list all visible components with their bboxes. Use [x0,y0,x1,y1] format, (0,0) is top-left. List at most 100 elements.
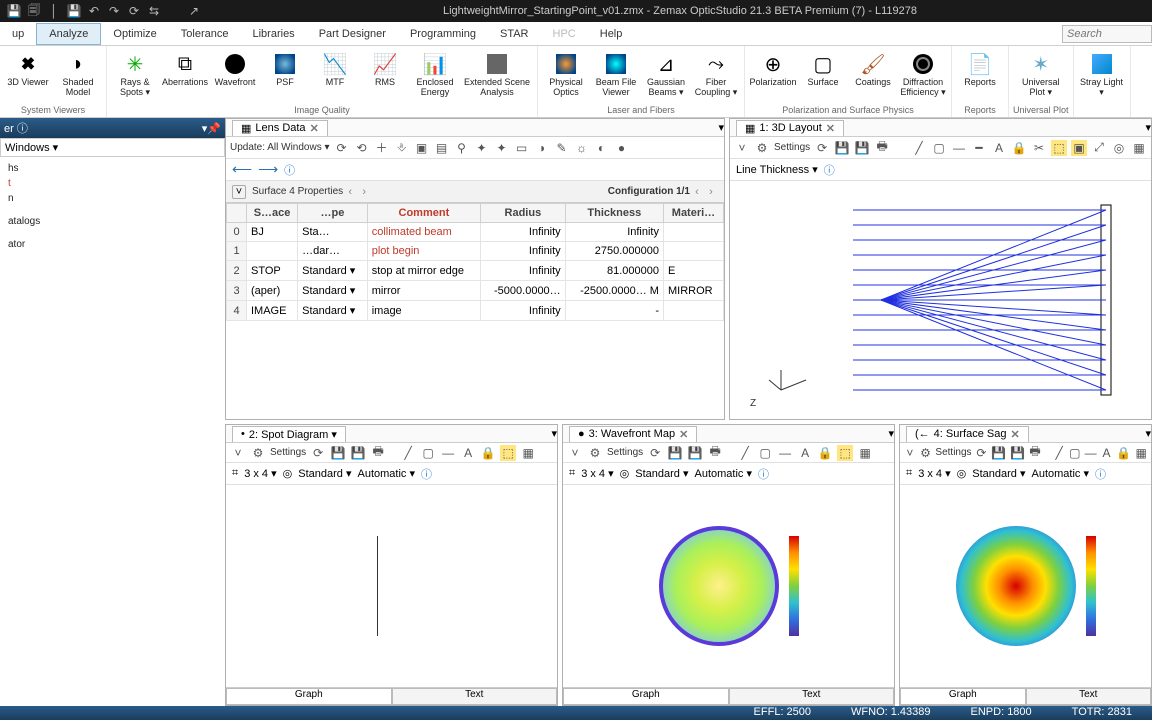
text-icon[interactable]: A [991,140,1007,156]
ribbon-universal-plot[interactable]: ✶Universal Plot ▾ [1017,48,1065,100]
help-icon[interactable]: ⓘ [284,162,295,178]
dash-icon[interactable]: — [1085,445,1097,461]
col-radius[interactable]: Radius [481,204,566,223]
paste-icon[interactable]: ▤ [434,140,450,156]
target-icon[interactable]: ◎ [620,467,630,480]
save-icon[interactable]: 💾 [330,445,346,461]
next-cfg-icon[interactable]: › [704,186,718,198]
wavefront-plot[interactable] [563,485,894,687]
close-icon[interactable]: ✕ [826,122,835,135]
copy-icon[interactable]: ▣ [414,140,430,156]
refreshall-icon[interactable]: ⟲ [354,140,370,156]
tool8-icon[interactable]: ◐ [594,140,610,156]
std-dropdown[interactable]: Standard ▾ [972,467,1025,480]
menu-help[interactable]: Help [588,24,635,44]
bold-icon[interactable]: ━ [971,140,987,156]
print-icon[interactable]: 🖶 [1029,445,1041,461]
std-dropdown[interactable]: Standard ▾ [298,467,351,480]
ribbon-beam-file[interactable]: Beam File Viewer [592,48,640,100]
ribbon-polarization[interactable]: ⊕Polarization [749,48,797,100]
print-icon[interactable]: 🖶 [370,445,386,461]
expand-icon[interactable]: ˅ [232,185,246,199]
ribbon-fiber[interactable]: ⤳Fiber Coupling ▾ [692,48,740,100]
save-icon[interactable]: 💾 [991,445,1006,461]
ribbon-rms[interactable]: 📈RMS [361,48,409,100]
saveall-icon[interactable]: 💾 [66,3,82,19]
help-icon[interactable]: ⓘ [758,466,769,482]
grid-dropdown[interactable]: 3 x 4 ▾ [918,467,950,480]
menu-analyze[interactable]: Analyze [36,23,101,45]
help-icon[interactable]: ⓘ [421,466,432,482]
save-icon[interactable]: 💾 [6,3,22,19]
tool4-icon[interactable]: ▭ [514,140,530,156]
menu-part-designer[interactable]: Part Designer [307,24,398,44]
grid-dropdown[interactable]: 3 x 4 ▾ [244,467,276,480]
dropdown-icon[interactable]: ▾ [1145,121,1151,134]
help-icon[interactable]: ⓘ [1095,466,1106,482]
sel-icon[interactable]: ▦ [520,445,536,461]
dash-icon[interactable]: — [440,445,456,461]
graph-tab[interactable]: Graph [563,688,729,705]
refresh-icon[interactable]: ⟳ [310,445,326,461]
tree-item[interactable]: hs [2,161,223,176]
refresh-icon[interactable]: ⟳ [334,140,350,156]
ribbon-coatings[interactable]: 🖌Coatings [849,48,897,100]
rect-icon[interactable]: ▢ [757,445,773,461]
ribbon-diffraction[interactable]: Diffraction Efficiency ▾ [899,48,947,100]
undo-icon[interactable]: ↶ [86,3,102,19]
close-icon[interactable]: ✕ [679,428,688,441]
target-icon[interactable]: ◎ [957,467,967,480]
add-icon[interactable]: ＋ [374,140,390,156]
zoom-icon[interactable]: ⤢ [1091,140,1107,156]
prev-surf-icon[interactable]: ‹ [343,186,357,198]
dropdown-icon[interactable]: ▾ [718,121,724,134]
help-icon[interactable]: ⓘ [824,162,835,178]
tool3-icon[interactable]: ✦ [494,140,510,156]
gear-icon[interactable]: ⚙ [587,445,603,461]
std-dropdown[interactable]: Standard ▾ [635,467,688,480]
hl1-icon[interactable]: ⬚ [500,445,516,461]
menu-programming[interactable]: Programming [398,24,488,44]
gear-icon[interactable]: ⚙ [920,445,932,461]
tree-item[interactable]: atalogs [2,214,223,229]
col-type[interactable]: …pe [298,204,368,223]
settings-label[interactable]: Settings [607,447,643,458]
ribbon-physical-optics[interactable]: Physical Optics [542,48,590,100]
gear-icon[interactable]: ⚙ [754,140,770,156]
redo-icon[interactable]: ↷ [106,3,122,19]
hl1-icon[interactable]: ⬚ [1051,140,1067,156]
next-surf-icon[interactable]: › [357,186,371,198]
close-icon[interactable]: ✕ [1010,428,1019,441]
lock-icon[interactable]: 🔒 [480,445,496,461]
sync-icon[interactable]: ⇆ [146,3,162,19]
sel-icon[interactable]: ▦ [1131,140,1147,156]
layout-tab[interactable]: ▦1: 3D Layout✕ [736,120,844,136]
tool9-icon[interactable]: ● [614,140,630,156]
table-row[interactable]: 4IMAGEStandard ▾imageInfinity- [227,301,724,321]
auto-dropdown[interactable]: Automatic ▾ [1031,467,1089,480]
grid-icon[interactable]: ⌗ [906,467,912,480]
saveas-icon[interactable]: 🗐 [26,3,42,19]
ribbon-shaded-model[interactable]: ◗Shaded Model [54,48,102,100]
sysexp-dropdown[interactable]: Windows ▾ [0,138,225,157]
col-comment[interactable]: Comment [367,204,480,223]
ribbon-gaussian[interactable]: ⊿Gaussian Beams ▾ [642,48,690,100]
menu-star[interactable]: STAR [488,24,541,44]
col-surface[interactable]: S…ace [247,204,298,223]
tree-item[interactable]: n [2,191,223,206]
dash-icon[interactable]: — [951,140,967,156]
text-icon[interactable]: A [797,445,813,461]
ribbon-3d-viewer[interactable]: 🞮3D Viewer [4,48,52,100]
grid-dropdown[interactable]: 3 x 4 ▾ [581,467,613,480]
text-icon[interactable]: A [1101,445,1113,461]
close-icon[interactable]: ✕ [310,122,319,135]
back-icon[interactable]: ⟵ [232,161,252,178]
graph-tab[interactable]: Graph [226,688,392,705]
layout3d-view[interactable]: Z [730,181,1151,419]
ribbon-rays-spots[interactable]: ✳Rays & Spots ▾ [111,48,159,100]
auto-dropdown[interactable]: Automatic ▾ [357,467,415,480]
dropdown-icon[interactable]: ▾ [551,427,557,440]
search-input[interactable] [1062,25,1152,43]
ribbon-psf[interactable]: PSF [261,48,309,100]
save-icon[interactable]: 💾 [667,445,683,461]
